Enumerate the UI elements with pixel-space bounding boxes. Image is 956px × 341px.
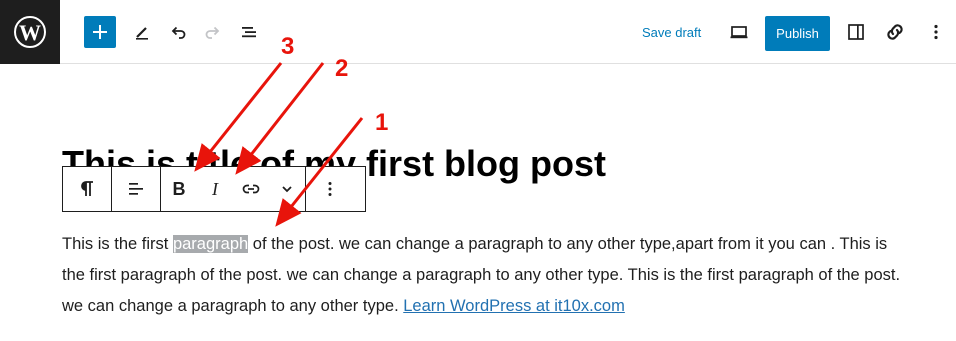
selected-text[interactable]: paragraph bbox=[172, 235, 249, 253]
sidebar-panel-icon bbox=[848, 24, 864, 40]
block-options-group bbox=[306, 167, 354, 211]
undo-button[interactable] bbox=[162, 16, 194, 48]
block-type-button[interactable] bbox=[63, 167, 111, 211]
align-button[interactable] bbox=[112, 167, 160, 211]
link-icon bbox=[887, 24, 903, 40]
learn-wordpress-link[interactable]: Learn WordPress at it10x.com bbox=[403, 297, 625, 315]
redo-button[interactable] bbox=[197, 16, 229, 48]
pencil-icon bbox=[136, 27, 148, 40]
redo-icon bbox=[205, 26, 220, 39]
block-options-button[interactable] bbox=[306, 167, 354, 211]
block-type-group bbox=[63, 167, 112, 211]
publish-button[interactable]: Publish bbox=[765, 16, 830, 51]
align-group bbox=[112, 167, 161, 211]
block-toolbar: B I bbox=[62, 166, 366, 212]
bold-button[interactable]: B bbox=[161, 167, 197, 211]
link-icon bbox=[242, 184, 260, 194]
paragraph-block[interactable]: This is the first paragraph of the post.… bbox=[62, 229, 912, 322]
plus-icon bbox=[93, 25, 107, 39]
document-overview-button[interactable] bbox=[233, 16, 265, 48]
undo-icon bbox=[171, 26, 186, 39]
italic-button[interactable]: I bbox=[197, 167, 233, 211]
list-view-icon bbox=[242, 27, 256, 38]
preview-button[interactable] bbox=[723, 16, 755, 48]
link-format-button[interactable] bbox=[233, 167, 269, 211]
paragraph-text-start: This is the first bbox=[62, 235, 173, 253]
formatting-group: B I bbox=[161, 167, 306, 211]
pilcrow-icon bbox=[81, 181, 93, 196]
editor-header: W Save draft Publish bbox=[0, 0, 956, 64]
add-block-button[interactable] bbox=[84, 16, 116, 48]
bold-label: B bbox=[172, 178, 186, 199]
svg-text:W: W bbox=[19, 20, 41, 45]
chevron-down-icon bbox=[282, 186, 292, 193]
more-formatting-button[interactable] bbox=[269, 167, 305, 211]
desktop-preview-icon bbox=[730, 26, 748, 39]
link-button[interactable] bbox=[879, 16, 911, 48]
settings-button[interactable] bbox=[840, 16, 872, 48]
italic-label: I bbox=[212, 178, 218, 199]
save-draft-button[interactable]: Save draft bbox=[634, 20, 709, 44]
annotation-label-1: 1 bbox=[375, 109, 388, 136]
options-button[interactable] bbox=[920, 16, 952, 48]
wordpress-logo-icon[interactable]: W bbox=[0, 0, 60, 64]
tools-button[interactable] bbox=[126, 16, 158, 48]
more-vertical-icon bbox=[934, 24, 938, 40]
more-vertical-icon bbox=[328, 182, 332, 196]
align-left-icon bbox=[129, 183, 143, 195]
